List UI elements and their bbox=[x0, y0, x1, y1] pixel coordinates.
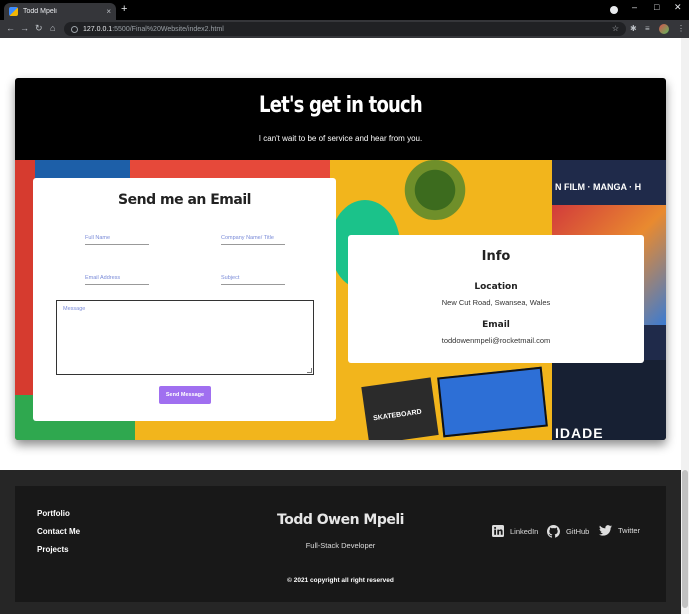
profile-avatar[interactable] bbox=[659, 24, 669, 34]
location-value: New Cut Road, Swansea, Wales bbox=[441, 298, 551, 307]
linkedin-label: LinkedIn bbox=[510, 526, 539, 536]
browser-toolbar: ← → ↻ ⌂ 127.0.0.1:5500/Final%20Website/i… bbox=[0, 20, 689, 38]
twitter-label: Twitter bbox=[618, 526, 641, 535]
info-heading: Info bbox=[481, 249, 511, 264]
site-footer: Portfolio Contact Me Projects Todd Owen … bbox=[15, 486, 666, 602]
close-window-button[interactable]: ✕ bbox=[674, 2, 682, 13]
footer-link-contact[interactable]: Contact Me bbox=[37, 527, 80, 536]
collage-bottom-text: IDADE bbox=[555, 425, 604, 440]
message-placeholder: Message bbox=[63, 306, 86, 312]
company-input[interactable]: Company Name/ Title bbox=[221, 231, 285, 245]
message-textarea[interactable]: Message bbox=[56, 300, 314, 375]
record-indicator-icon bbox=[610, 6, 618, 14]
footer-copyright: © 2021 copyright all right reserved bbox=[287, 577, 394, 584]
reload-icon[interactable]: ↻ bbox=[35, 23, 43, 34]
full-name-input[interactable]: Full Name bbox=[85, 231, 149, 245]
site-favicon-icon bbox=[9, 7, 18, 16]
subject-input[interactable]: Subject bbox=[221, 271, 285, 285]
minimize-button[interactable]: – bbox=[632, 2, 637, 12]
twitter-link[interactable]: Twitter bbox=[599, 525, 640, 536]
url-text: 127.0.0.1:5500/Final%20Website/index2.ht… bbox=[83, 26, 224, 33]
home-icon[interactable]: ⌂ bbox=[50, 23, 55, 34]
address-bar[interactable]: 127.0.0.1:5500/Final%20Website/index2.ht… bbox=[64, 22, 626, 36]
contact-subtitle: I can't wait to be of service and hear f… bbox=[258, 134, 423, 143]
email-form-heading: Send me an Email bbox=[118, 192, 251, 208]
email-value: toddowenmpeli@rocketmail.com bbox=[441, 336, 551, 345]
background-collage-image: N FILM · MANGA · H IDADE SKATEBOARD Send… bbox=[15, 160, 666, 440]
contact-header: Let's get in touch I can't wait to be of… bbox=[15, 78, 666, 160]
menu-kebab-icon[interactable]: ⋮ bbox=[677, 24, 685, 33]
contact-title: Let's get in touch bbox=[259, 93, 423, 118]
github-icon bbox=[547, 525, 560, 538]
collage-poster-text: N FILM · MANGA · H bbox=[555, 182, 642, 192]
collage-card-dark bbox=[361, 377, 439, 440]
url-host: 127.0.0.1 bbox=[83, 25, 113, 33]
email-address-input[interactable]: Email Address bbox=[85, 271, 149, 285]
email-form-card: Send me an Email Full Name Company Name/… bbox=[33, 178, 336, 421]
reading-list-icon[interactable]: ≡ bbox=[645, 24, 650, 33]
send-message-button[interactable]: Send Message bbox=[159, 386, 211, 404]
email-label: Email bbox=[482, 320, 510, 330]
browser-tab-strip: Todd Mpeli × + – □ ✕ bbox=[0, 0, 689, 20]
back-icon[interactable]: ← bbox=[6, 23, 15, 34]
github-link[interactable]: GitHub bbox=[547, 525, 589, 538]
github-label: GitHub bbox=[566, 527, 590, 536]
linkedin-icon bbox=[492, 525, 504, 537]
page-scrollbar-thumb[interactable] bbox=[682, 470, 688, 608]
linkedin-link[interactable]: LinkedIn bbox=[492, 525, 538, 537]
twitter-icon bbox=[599, 525, 612, 536]
resize-handle-icon[interactable] bbox=[307, 368, 312, 373]
browser-tab[interactable]: Todd Mpeli × bbox=[4, 3, 116, 20]
contact-section: Let's get in touch I can't wait to be of… bbox=[15, 78, 666, 440]
info-card: Info Location New Cut Road, Swansea, Wal… bbox=[348, 235, 644, 363]
forward-icon[interactable]: → bbox=[20, 23, 29, 34]
extensions-icon[interactable]: ✱ bbox=[630, 24, 637, 33]
collage-plant bbox=[395, 160, 475, 220]
tab-title: Todd Mpeli bbox=[23, 8, 57, 15]
maximize-button[interactable]: □ bbox=[654, 2, 659, 12]
location-label: Location bbox=[474, 282, 518, 292]
tab-close-icon[interactable]: × bbox=[106, 7, 111, 16]
new-tab-button[interactable]: + bbox=[121, 4, 127, 15]
site-info-icon[interactable] bbox=[71, 25, 78, 33]
bookmark-star-icon[interactable]: ☆ bbox=[612, 24, 619, 33]
collage-card-blue bbox=[437, 366, 548, 438]
url-path: :5500/Final%20Website/index2.html bbox=[112, 25, 224, 33]
footer-role: Full-Stack Developer bbox=[305, 541, 376, 550]
